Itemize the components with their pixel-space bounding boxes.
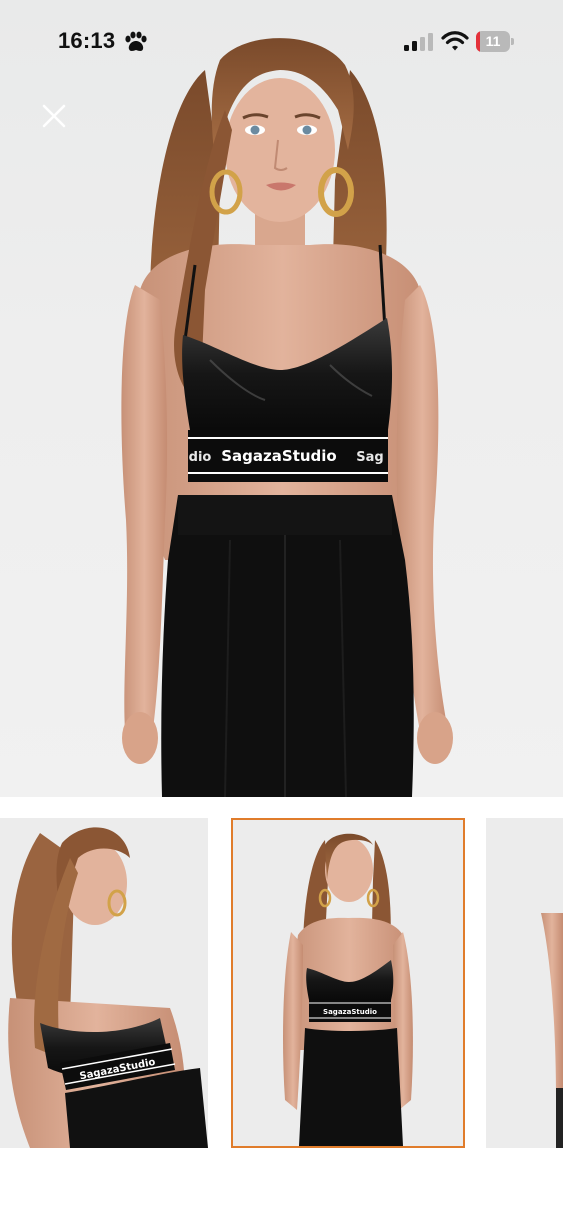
thumbnail-3-image — [486, 818, 563, 1148]
product-hero-image[interactable]: SagazaStudio dio Sag — [0, 0, 563, 797]
thumbnail-1[interactable]: SagazaStudio — [0, 818, 208, 1148]
thumbnail-1-image: SagazaStudio — [0, 818, 208, 1148]
signal-icon — [404, 33, 433, 51]
thumbnail-3[interactable] — [486, 818, 563, 1148]
close-icon — [42, 104, 66, 128]
model-illustration: SagazaStudio dio Sag — [121, 38, 453, 797]
svg-text:dio: dio — [189, 450, 212, 465]
wifi-icon — [441, 31, 469, 51]
paw-icon — [125, 31, 147, 51]
divider — [0, 797, 563, 817]
status-bar: 16:13 11 — [0, 0, 563, 80]
battery-icon: 11 — [476, 31, 514, 52]
svg-text:Sag: Sag — [356, 450, 383, 465]
thumbnail-2-brand: SagazaStudio — [323, 1008, 377, 1016]
close-button[interactable] — [36, 98, 72, 134]
status-time: 16:13 — [58, 28, 116, 53]
image-viewer-screen: SagazaStudio dio Sag 16:13 11 SagazaStud… — [0, 0, 563, 1219]
thumbnail-strip[interactable]: SagazaStudio SagazaStudio — [0, 818, 563, 1150]
thumbnail-2-selected[interactable]: SagazaStudio — [231, 818, 465, 1148]
brand-band-text: SagazaStudio — [221, 447, 336, 465]
battery-level: 11 — [485, 33, 501, 49]
thumbnail-2-image: SagazaStudio — [233, 820, 463, 1146]
